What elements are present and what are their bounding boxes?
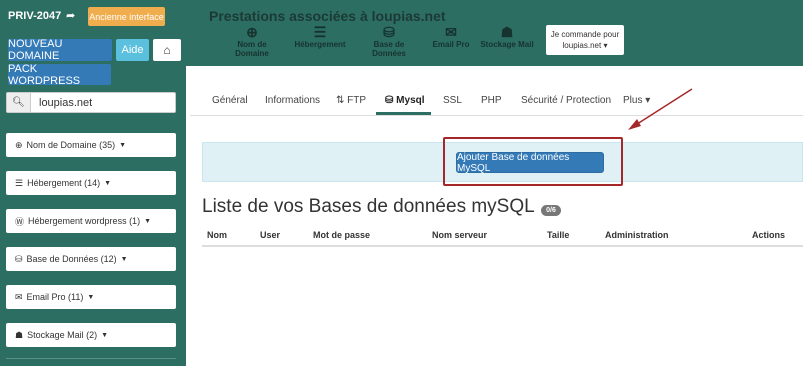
- arrow-head: [628, 119, 641, 130]
- annotation-arrow: [628, 88, 693, 130]
- arrow-line: [633, 88, 693, 127]
